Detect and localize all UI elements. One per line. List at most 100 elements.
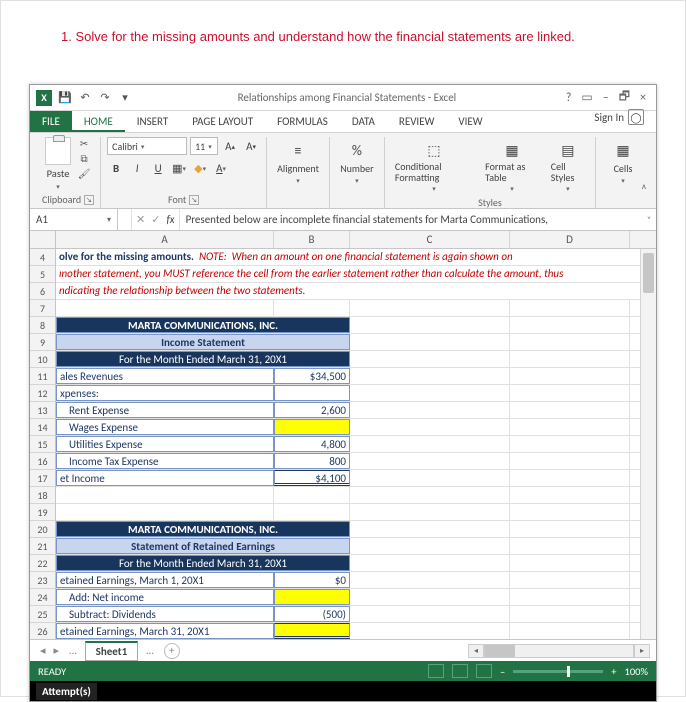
- page-layout-view-icon[interactable]: [452, 664, 468, 678]
- font-dialog-icon[interactable]: ↘: [189, 195, 199, 205]
- tab-view[interactable]: VIEW: [446, 111, 494, 132]
- collapse-ribbon-icon[interactable]: ʌ: [642, 181, 646, 192]
- formula-input[interactable]: Presented below are incomplete financial…: [180, 209, 642, 230]
- conditional-formatting-button[interactable]: ⬚ Conditional Formatting▾: [391, 137, 477, 195]
- cell[interactable]: MARTA COMMUNICATIONS, INC.: [56, 317, 350, 333]
- row-header[interactable]: 12: [30, 385, 55, 402]
- row-header[interactable]: 9: [30, 334, 55, 351]
- sheet-tab[interactable]: Sheet1: [85, 641, 139, 661]
- cell[interactable]: xpenses:: [56, 385, 274, 401]
- cell[interactable]: etained Earnings, March 31, 20X1: [56, 623, 274, 639]
- row-header[interactable]: 24: [30, 589, 55, 606]
- cut-icon[interactable]: ✂: [77, 137, 91, 150]
- underline-button[interactable]: U: [149, 159, 167, 177]
- row-header[interactable]: 21: [30, 538, 55, 555]
- account-avatar-icon[interactable]: ◯: [628, 109, 644, 125]
- tab-insert[interactable]: INSERT: [125, 111, 181, 132]
- cell[interactable]: Income Tax Expense: [56, 453, 274, 469]
- row-header[interactable]: 15: [30, 436, 55, 453]
- borders-icon[interactable]: ▦▾: [170, 159, 188, 177]
- cell[interactable]: $34,500: [274, 368, 350, 384]
- format-as-table-button[interactable]: ▦ Format as Table▾: [481, 137, 543, 195]
- row-header[interactable]: 19: [30, 504, 55, 521]
- new-sheet-button[interactable]: +: [164, 643, 180, 659]
- sign-in-link[interactable]: Sign In: [594, 111, 624, 124]
- qat-more-icon[interactable]: ▾: [118, 91, 132, 105]
- minimize-button[interactable]: –: [603, 91, 609, 105]
- row-header[interactable]: 8: [30, 317, 55, 334]
- select-all-corner[interactable]: [30, 231, 56, 248]
- horizontal-scrollbar[interactable]: [484, 644, 634, 658]
- missing-cell[interactable]: [274, 419, 350, 435]
- cell[interactable]: et Income: [56, 470, 274, 486]
- zoom-out-icon[interactable]: –: [500, 665, 505, 678]
- tab-file[interactable]: FILE: [30, 111, 72, 132]
- cell[interactable]: MARTA COMMUNICATIONS, INC.: [56, 521, 350, 537]
- cell[interactable]: Income Statement: [56, 334, 350, 350]
- tab-page-layout[interactable]: PAGE LAYOUT: [180, 111, 265, 132]
- cell[interactable]: 800: [274, 453, 350, 469]
- col-header-A[interactable]: A: [56, 231, 274, 248]
- page-break-view-icon[interactable]: [476, 664, 492, 678]
- cell[interactable]: For the Month Ended March 31, 20X1: [56, 351, 350, 367]
- tab-nav-next-icon[interactable]: ▸: [50, 644, 64, 657]
- row-header[interactable]: 22: [30, 555, 55, 572]
- row-header[interactable]: 13: [30, 402, 55, 419]
- fill-color-icon[interactable]: ◆▾: [191, 159, 209, 177]
- row-header[interactable]: 11: [30, 368, 55, 385]
- ribbon-display-icon[interactable]: ▭: [581, 90, 592, 105]
- font-name-combo[interactable]: Calibri▾: [107, 137, 187, 155]
- hscroll-left-icon[interactable]: ◂: [468, 644, 484, 658]
- tab-home[interactable]: HOME: [72, 111, 125, 132]
- cell[interactable]: $4,100: [274, 470, 350, 486]
- font-color-icon[interactable]: A▾: [212, 159, 230, 177]
- row-header[interactable]: 6: [30, 283, 55, 300]
- restore-button[interactable]: 🗗: [619, 87, 630, 108]
- save-icon[interactable]: 💾: [58, 91, 72, 105]
- expand-formula-bar-icon[interactable]: ˅: [642, 209, 656, 230]
- missing-cell[interactable]: [274, 589, 350, 605]
- row-header[interactable]: 26: [30, 623, 55, 639]
- copy-icon[interactable]: ⧉: [77, 152, 91, 165]
- col-header-B[interactable]: B: [274, 231, 350, 248]
- cell[interactable]: (500): [274, 606, 350, 622]
- cell[interactable]: Utilities Expense: [56, 436, 274, 452]
- cell-grid[interactable]: olve for the missing amounts. NOTE: When…: [56, 249, 640, 639]
- zoom-slider[interactable]: [513, 670, 603, 673]
- tab-formulas[interactable]: FORMULAS: [265, 111, 340, 132]
- cell[interactable]: $0: [274, 572, 350, 588]
- italic-button[interactable]: I: [128, 159, 146, 177]
- insert-function-icon[interactable]: fx: [166, 213, 174, 226]
- zoom-level[interactable]: 100%: [625, 665, 648, 678]
- cell[interactable]: Statement of Retained Earnings: [56, 538, 350, 554]
- cell[interactable]: Rent Expense: [56, 402, 274, 418]
- row-header[interactable]: 16: [30, 453, 55, 470]
- row-header[interactable]: 5: [30, 266, 55, 283]
- shrink-font-icon[interactable]: A▾: [242, 137, 260, 155]
- row-header[interactable]: 25: [30, 606, 55, 623]
- cell[interactable]: Wages Expense: [56, 419, 274, 435]
- cells-button[interactable]: ▦ Cells▾: [602, 137, 644, 187]
- grow-font-icon[interactable]: A▴: [221, 137, 239, 155]
- cell[interactable]: etained Earnings, March 1, 20X1: [56, 572, 274, 588]
- row-header[interactable]: 23: [30, 572, 55, 589]
- close-button[interactable]: ×: [640, 91, 646, 105]
- help-icon[interactable]: ?: [566, 91, 572, 105]
- tab-nav-prev-icon[interactable]: ◂: [36, 644, 50, 657]
- cell[interactable]: Subtract: Dividends: [56, 606, 274, 622]
- zoom-in-icon[interactable]: +: [611, 665, 616, 678]
- cell[interactable]: ndicating the relationship between the t…: [56, 283, 308, 299]
- cell[interactable]: ɪnother statement, you MUST reference th…: [56, 266, 566, 282]
- row-header[interactable]: 14: [30, 419, 55, 436]
- row-header[interactable]: 10: [30, 351, 55, 368]
- row-header[interactable]: 17: [30, 470, 55, 487]
- alignment-button[interactable]: ≡ Alignment▾: [273, 137, 323, 187]
- hscroll-right-icon[interactable]: ▸: [634, 644, 650, 658]
- paste-button[interactable]: Paste ▾: [45, 137, 71, 191]
- number-button[interactable]: % Number▾: [336, 137, 378, 187]
- bold-button[interactable]: B: [107, 159, 125, 177]
- redo-icon[interactable]: ↷: [98, 91, 112, 105]
- cell[interactable]: 2,600: [274, 402, 350, 418]
- clipboard-dialog-icon[interactable]: ↘: [84, 195, 94, 205]
- row-header[interactable]: 4: [30, 249, 55, 266]
